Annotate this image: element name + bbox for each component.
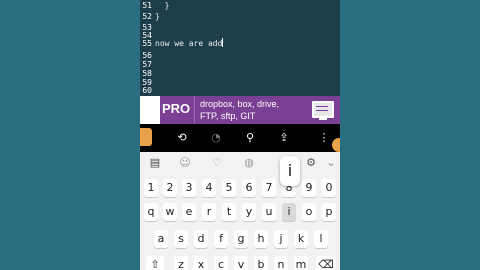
line-text <box>152 86 155 95</box>
code-editor[interactable]: 51 } 52} 53 54 55 now we are add 56 57 58… <box>140 0 340 96</box>
key-preview-letter: i <box>287 161 293 180</box>
floating-handle[interactable] <box>332 138 340 152</box>
line-number: 51 <box>142 1 152 10</box>
key-e[interactable]: e <box>182 203 196 221</box>
pro-features-line2: FTP, sftp, GIT <box>200 111 256 121</box>
key-f[interactable]: f <box>214 230 228 248</box>
line-text: } <box>155 12 160 21</box>
soft-keyboard: ▤ ☺ ♡ ◍ ⚙ ⌄ 1 2 3 4 5 6 7 8 9 0 q w e r … <box>140 152 340 270</box>
pro-banner[interactable]: PRO dropbox, box, drive, FTP, sftp, GIT <box>160 96 340 124</box>
key-c[interactable]: c <box>214 256 228 270</box>
key-0[interactable]: 0 <box>322 179 336 197</box>
shift-key[interactable]: ⇧ <box>146 256 164 270</box>
background-right <box>340 0 480 270</box>
monitor-detail <box>316 110 328 111</box>
clipboard-icon[interactable]: ▤ <box>148 156 162 170</box>
key-m[interactable]: m <box>294 256 308 270</box>
key-b[interactable]: b <box>254 256 268 270</box>
key-n[interactable]: n <box>274 256 288 270</box>
line-number: 55 <box>142 39 152 48</box>
key-a[interactable]: a <box>154 230 168 248</box>
key-4[interactable]: 4 <box>202 179 216 197</box>
editor-line: 55 now we are add <box>140 38 340 49</box>
pro-features-line1: dropbox, box, drive, <box>200 99 280 109</box>
key-6[interactable]: 6 <box>242 179 256 197</box>
line-text: } <box>155 1 170 10</box>
key-2[interactable]: 2 <box>163 179 177 197</box>
phone-screen: 51 } 52} 53 54 55 now we are add 56 57 58… <box>140 0 340 270</box>
key-1[interactable]: 1 <box>144 179 158 197</box>
editor-line: 52} <box>140 11 340 22</box>
key-i[interactable]: i <box>282 203 296 221</box>
monitor-detail <box>316 106 328 107</box>
divider <box>194 96 195 124</box>
key-p[interactable]: p <box>322 203 336 221</box>
key-k[interactable]: k <box>294 230 308 248</box>
key-j[interactable]: j <box>274 230 288 248</box>
background-left <box>0 0 140 270</box>
pro-features: dropbox, box, drive, FTP, sftp, GIT <box>200 98 279 122</box>
pro-badge: PRO <box>162 101 191 116</box>
key-h[interactable]: h <box>254 230 268 248</box>
key-9[interactable]: 9 <box>302 179 316 197</box>
line-text: now we are add <box>155 39 223 48</box>
side-drawer-handle[interactable] <box>140 128 152 146</box>
key-z[interactable]: z <box>174 256 188 270</box>
key-g[interactable]: g <box>234 230 248 248</box>
line-number: 52 <box>142 12 152 21</box>
emoji-icon[interactable]: ♡ <box>210 156 224 170</box>
text-cursor <box>222 38 224 47</box>
backspace-key[interactable]: ⌫ <box>316 256 336 270</box>
key-d[interactable]: d <box>194 230 208 248</box>
key-preview-popup: i <box>280 156 300 186</box>
line-number: 60 <box>142 86 152 95</box>
key-v[interactable]: v <box>234 256 248 270</box>
history-icon[interactable]: ⟲ <box>174 130 190 146</box>
key-q[interactable]: q <box>144 203 158 221</box>
key-x[interactable]: x <box>194 256 208 270</box>
key-r[interactable]: r <box>202 203 216 221</box>
editor-toolbar: ⟲ ◔ ⚲ ⇪ ⋮ <box>140 124 340 152</box>
monitor-icon <box>312 101 334 120</box>
search-icon[interactable]: ⚲ <box>242 130 258 146</box>
key-o[interactable]: o <box>302 203 316 221</box>
more-icon[interactable]: ⋮ <box>316 130 332 146</box>
key-y[interactable]: y <box>242 203 256 221</box>
globe-icon[interactable]: ◍ <box>242 156 256 170</box>
collapse-icon[interactable]: ⌄ <box>324 156 338 170</box>
key-s[interactable]: s <box>174 230 188 248</box>
editor-line: 60 <box>140 85 340 96</box>
key-7[interactable]: 7 <box>262 179 276 197</box>
clock-icon[interactable]: ◔ <box>208 130 224 146</box>
key-l[interactable]: l <box>314 230 328 248</box>
key-w[interactable]: w <box>163 203 177 221</box>
keyboard-toolbar: ▤ ☺ ♡ ◍ ⚙ ⌄ <box>140 152 340 174</box>
settings-icon[interactable]: ⚙ <box>304 156 318 170</box>
key-u[interactable]: u <box>262 203 276 221</box>
key-5[interactable]: 5 <box>222 179 236 197</box>
key-3[interactable]: 3 <box>182 179 196 197</box>
key-t[interactable]: t <box>222 203 236 221</box>
editor-line: 51 } <box>140 0 340 11</box>
upload-icon[interactable]: ⇪ <box>276 130 292 146</box>
sticker-icon[interactable]: ☺ <box>178 156 192 170</box>
